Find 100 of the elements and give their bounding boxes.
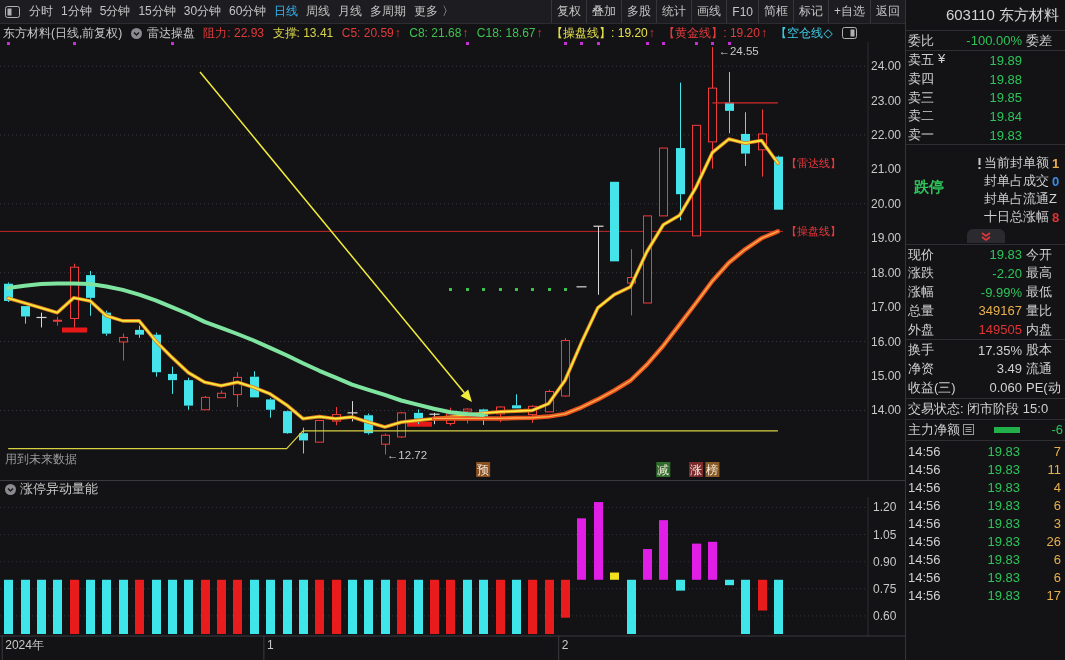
candle [233,371,242,408]
field-value: -100.00% [965,33,1022,48]
axis-label: 1 [266,638,274,652]
period-tab[interactable]: 周线 [302,0,335,23]
axis-label: 24.00 [871,59,902,74]
candle [201,395,210,411]
period-tab[interactable]: 60分钟 [225,0,271,23]
metric-value: 0 [1052,173,1060,189]
axis-label: 19.00 [871,231,902,246]
tick-time: 14:56 [908,462,942,478]
tick-time: 14:56 [908,516,942,532]
limit-status: 跌停 [913,176,945,197]
candle [545,389,554,413]
candle [381,433,390,455]
axis-label: 1.05 [873,527,897,542]
bar [135,579,144,634]
tick-price: 19.83 [986,480,1020,496]
panel-toggle-icon[interactable] [841,26,858,40]
collapse-button[interactable] [966,229,1005,244]
field-label: 卖一 [908,126,934,145]
toolbar-button[interactable]: +自选 [828,0,870,23]
candle [4,281,13,303]
price-annotation: ←24.55 [718,45,759,58]
bar [168,579,177,634]
toolbar-button[interactable]: 标记 [793,0,828,23]
field-value: 17.35% [976,342,1022,358]
period-tab[interactable]: 月线 [334,0,367,23]
candle [346,400,359,422]
field-value: -9.99% [979,284,1022,300]
bar [446,579,455,634]
toolbar-button[interactable]: 统计 [656,0,692,23]
field-label: 外盘 [908,320,935,339]
field-label: 换手 [908,341,935,360]
toolbar-button[interactable]: 简框 [758,0,793,23]
candle [741,111,750,167]
candle [496,405,505,423]
trade-status: 交易状态: 闭市阶段 15:0 [907,399,1050,418]
field-label: 委差 [1025,31,1053,50]
bar [676,579,685,591]
bar [414,579,423,634]
toolbar-button[interactable]: 叠加 [586,0,622,23]
candle [364,413,373,436]
metric-value: 8 [1052,209,1060,225]
axis-label: 0.60 [873,608,897,623]
period-tab[interactable]: 更多 〉 [410,0,458,23]
bar [774,579,783,634]
dropdown-icon[interactable] [130,27,142,39]
toolbar-button[interactable]: F10 [726,0,758,23]
bar [758,579,767,611]
ask-price: 19.88 [988,71,1022,87]
axis-label: 18.00 [871,265,902,280]
bar [512,579,521,634]
field-label: 净资 [908,359,935,378]
field-label: 卖五 [908,51,934,70]
bar [201,579,210,634]
list-icon[interactable] [963,424,974,436]
period-tab[interactable]: 日线 [270,0,303,23]
bar [283,579,292,634]
axis-label: 21.00 [871,162,902,177]
period-tab[interactable]: 1分钟 [57,0,96,23]
candle [21,306,30,325]
trend-arrow: ↑ [536,26,543,40]
toolbar-button[interactable]: 复权 [551,0,587,23]
toolbar-button[interactable]: 多股 [621,0,657,23]
period-tab[interactable]: 15分钟 [134,0,180,23]
period-tab[interactable]: 多周期 [366,0,411,23]
metric-label: 当前封单额 [984,154,1049,173]
chart-title: 东方材料(日线,前复权) [3,24,123,42]
tick-price: 19.83 [986,516,1020,532]
line-label: 【操盘线】 [785,225,841,238]
bar [233,579,242,634]
tick-volume: 4 [1052,480,1062,496]
field-value: -2.20 [991,265,1022,281]
period-tab[interactable]: 30分钟 [179,0,226,23]
bar [610,572,619,580]
tick-volume: 6 [1052,498,1062,514]
candle [119,333,128,361]
metric-value: 1 [1052,155,1060,171]
period-tab[interactable]: 分时 [25,0,57,23]
indicator-title: 涨停异动量能 [20,480,98,498]
warning-text: 用到未来数据 [5,452,77,466]
tick-time: 14:56 [908,534,942,550]
field-label: 最高 [1025,264,1053,283]
field-value: 349167 [977,303,1022,319]
bar [152,579,161,634]
trend-arrow: ↑ [760,26,767,40]
sidebar-toggle-icon[interactable] [4,4,20,19]
tick-price: 19.83 [986,534,1020,550]
field-label: 涨跌 [908,264,935,283]
toolbar-button[interactable]: 画线 [691,0,727,23]
indicator-value: C8: 21.68 [409,26,462,40]
candle [512,393,521,409]
period-tab[interactable]: 5分钟 [95,0,135,23]
bar [479,579,488,634]
ask-price: 19.84 [988,108,1022,124]
ask-price: 19.89 [988,52,1022,68]
dropdown-icon[interactable] [5,483,16,495]
candle [397,411,406,439]
field-value: 0.060 [988,380,1022,396]
bar [21,579,30,634]
